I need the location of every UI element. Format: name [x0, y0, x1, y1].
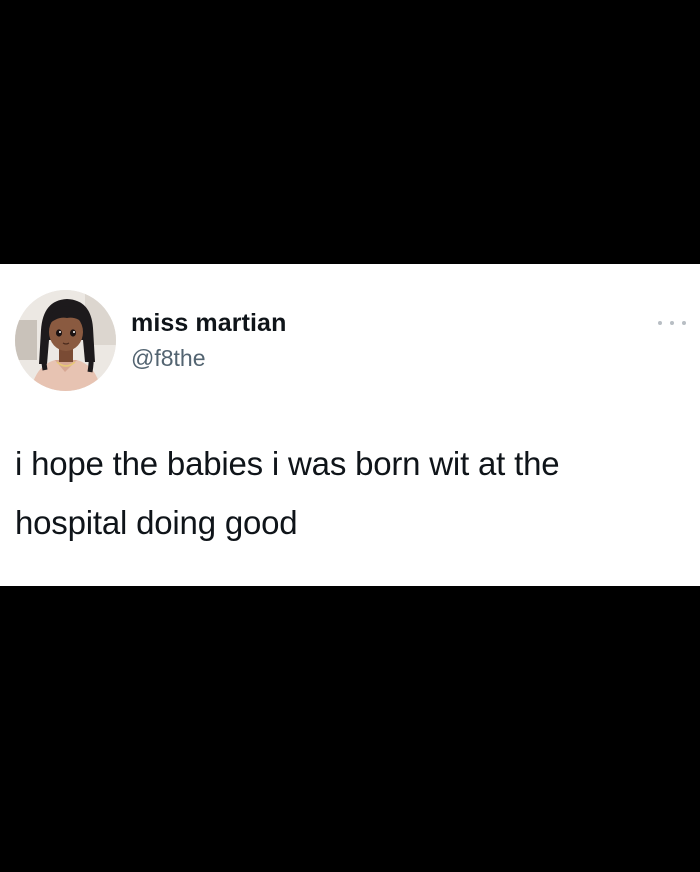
avatar[interactable] [15, 290, 116, 391]
display-name[interactable]: miss martian [131, 309, 286, 338]
user-handle[interactable]: @f8the [131, 345, 206, 372]
avatar-image [15, 290, 116, 391]
tweet-card: miss martian @f8the i hope the babies i … [0, 264, 700, 586]
more-horizontal-icon [670, 321, 674, 325]
tweet-text: i hope the babies i was born wit at the … [15, 445, 560, 541]
more-horizontal-icon [658, 321, 662, 325]
more-horizontal-icon [682, 321, 686, 325]
more-options-button[interactable] [658, 314, 686, 332]
